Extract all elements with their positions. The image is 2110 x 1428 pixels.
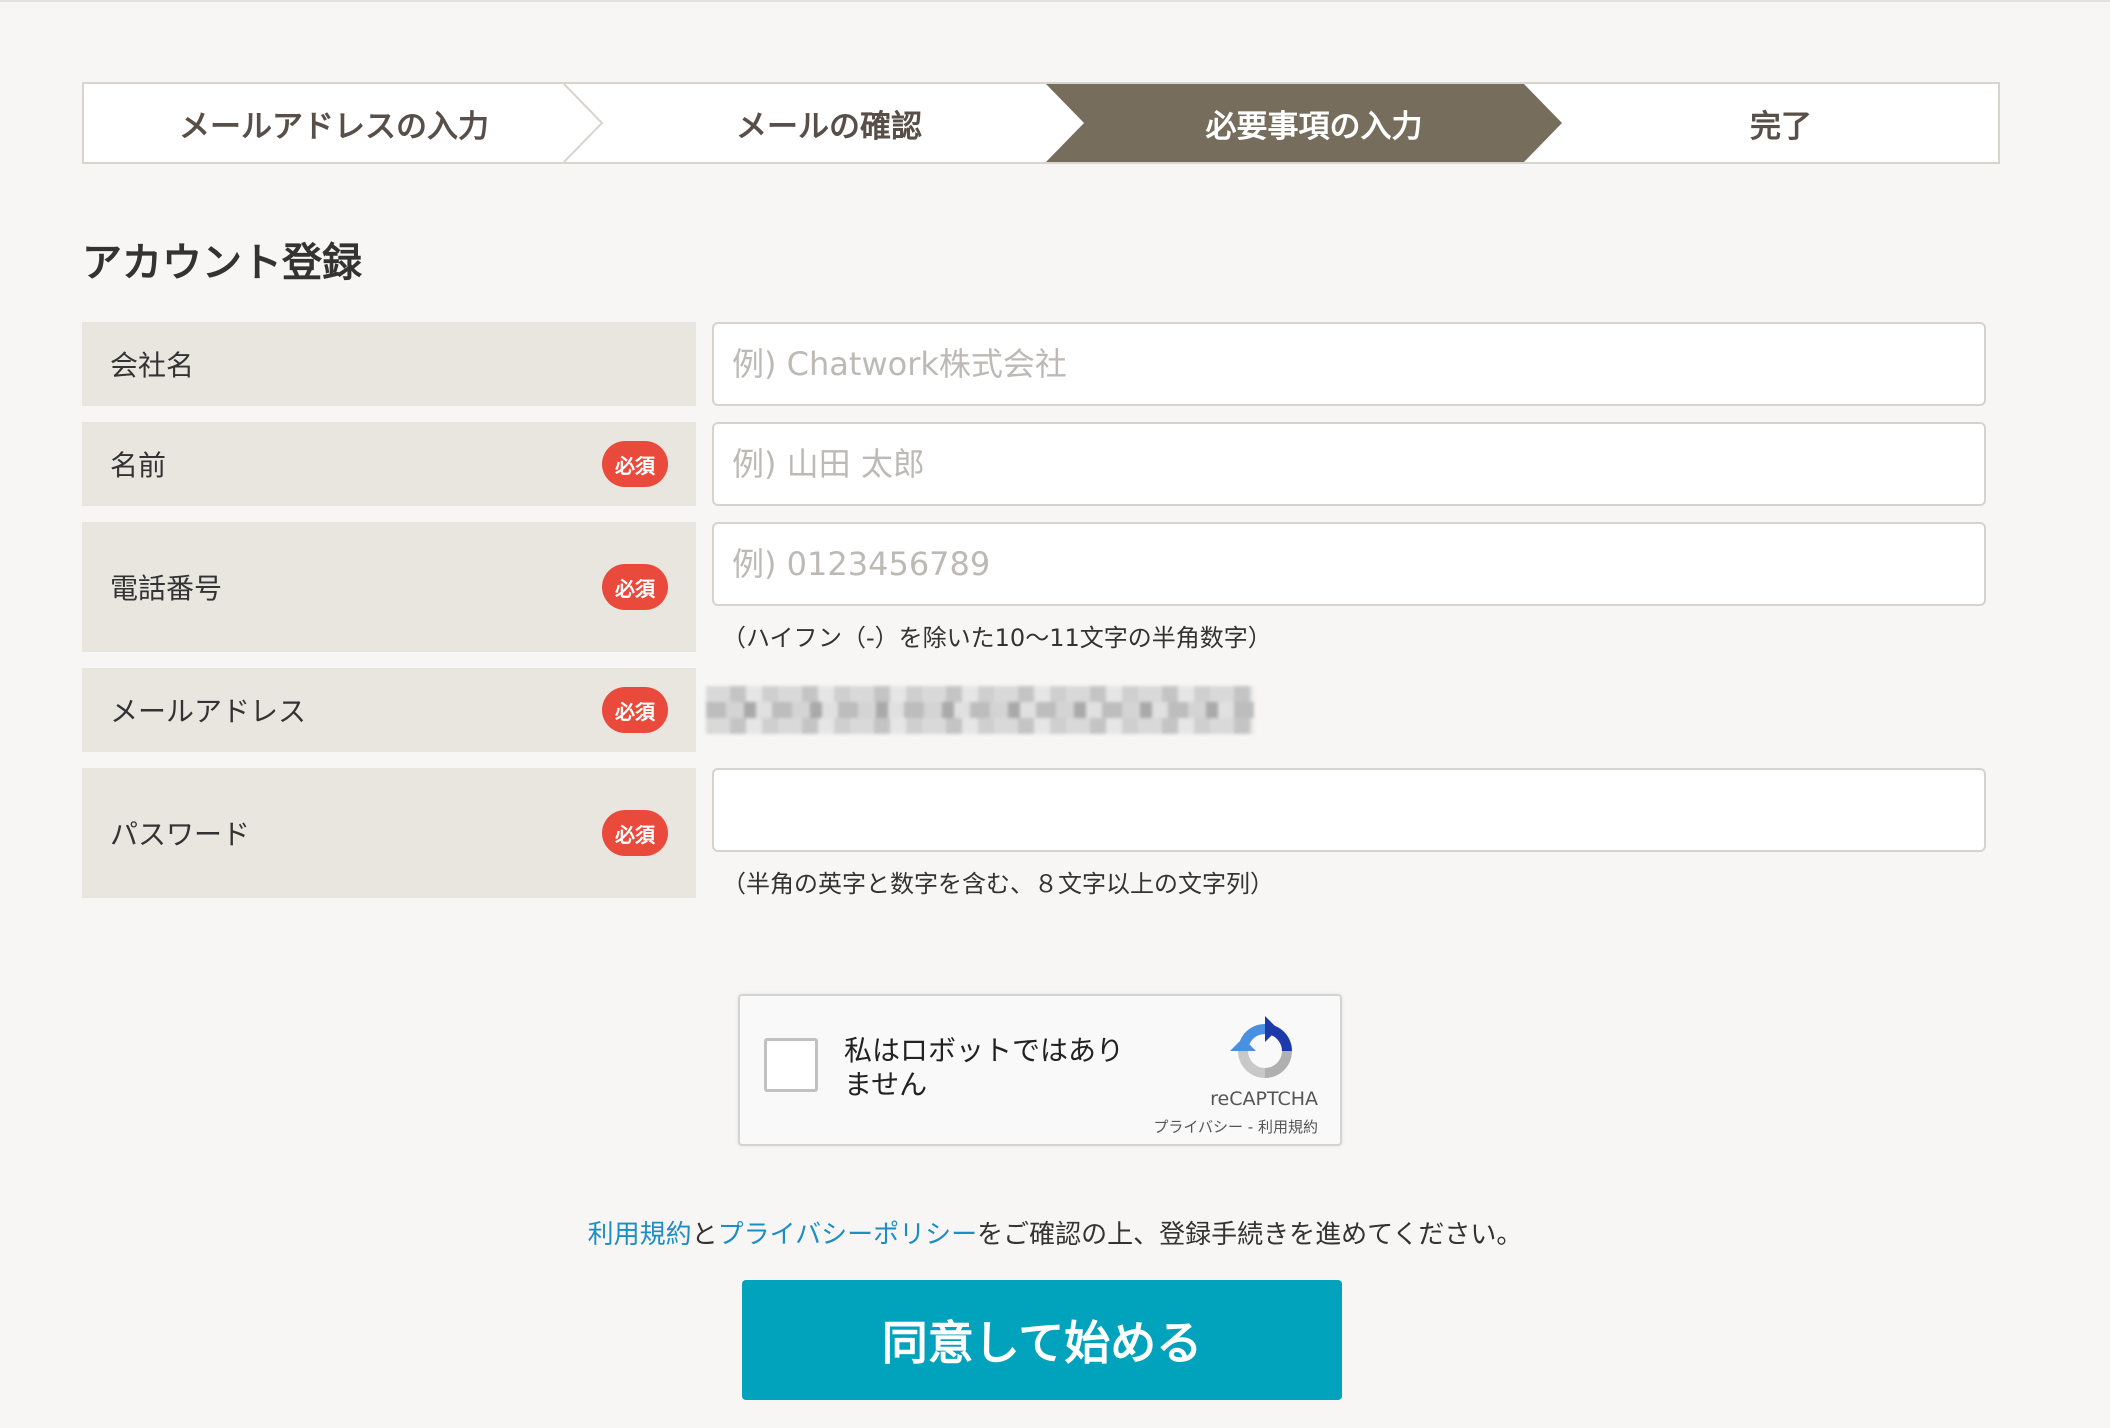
name-input[interactable] xyxy=(712,422,1986,506)
terms-link[interactable]: 利用規約 xyxy=(588,1220,692,1250)
required-badge: 必須 xyxy=(602,441,668,487)
required-badge: 必須 xyxy=(602,810,668,856)
progress-stepper: メールアドレスの入力 メールの確認 必要事項の入力 完了 xyxy=(82,82,2000,164)
password-label-text: パスワード xyxy=(110,818,251,851)
recaptcha-link-separator: - xyxy=(1243,1118,1258,1136)
recaptcha-terms-link[interactable]: 利用規約 xyxy=(1258,1118,1318,1136)
required-badge: 必須 xyxy=(602,564,668,610)
email-value-redacted xyxy=(706,686,1254,734)
step-email-confirm: メールの確認 xyxy=(736,108,922,145)
name-label: 名前 必須 xyxy=(82,422,696,506)
recaptcha-links: プライバシー - 利用規約 xyxy=(1153,1116,1318,1137)
page-title: アカウント登録 xyxy=(82,240,362,286)
recaptcha-checkbox[interactable] xyxy=(764,1038,818,1092)
recaptcha-brand: reCAPTCHA xyxy=(1210,1088,1318,1110)
recaptcha-logo-icon xyxy=(1230,1016,1292,1078)
notice-and: と xyxy=(691,1220,718,1250)
recaptcha-widget: 私はロボットではありません reCAPTCHA プライバシー - 利用規約 xyxy=(738,994,1342,1146)
phone-input[interactable] xyxy=(712,522,1986,606)
phone-label-text: 電話番号 xyxy=(110,572,223,605)
company-label: 会社名 xyxy=(82,322,696,406)
top-border xyxy=(0,0,2110,2)
password-input[interactable] xyxy=(712,768,1986,852)
step-required-info: 必要事項の入力 xyxy=(1205,108,1423,145)
notice-rest: をご確認の上、登録手続きを進めてください。 xyxy=(977,1220,1523,1250)
password-hint: （半角の英字と数字を含む、８文字以上の文字列） xyxy=(722,870,1274,898)
step-complete: 完了 xyxy=(1750,108,1812,145)
recaptcha-privacy-link[interactable]: プライバシー xyxy=(1153,1118,1243,1136)
company-label-text: 会社名 xyxy=(110,349,195,382)
email-label-text: メールアドレス xyxy=(110,695,307,728)
company-input[interactable] xyxy=(712,322,1986,406)
password-label: パスワード 必須 xyxy=(82,768,696,898)
agreement-notice: 利用規約とプライバシーポリシーをご確認の上、登録手続きを進めてください。 xyxy=(0,1214,2110,1251)
required-badge: 必須 xyxy=(602,687,668,733)
step-email-input: メールアドレスの入力 xyxy=(179,108,489,145)
name-label-text: 名前 xyxy=(110,449,167,482)
privacy-policy-link[interactable]: プライバシーポリシー xyxy=(718,1220,977,1250)
agree-and-start-button[interactable]: 同意して始める xyxy=(742,1280,1342,1400)
email-label: メールアドレス 必須 xyxy=(82,668,696,752)
phone-label: 電話番号 必須 xyxy=(82,522,696,652)
recaptcha-label: 私はロボットではありません xyxy=(844,1034,1125,1101)
phone-hint: （ハイフン（-）を除いた10〜11文字の半角数字） xyxy=(722,624,1272,652)
